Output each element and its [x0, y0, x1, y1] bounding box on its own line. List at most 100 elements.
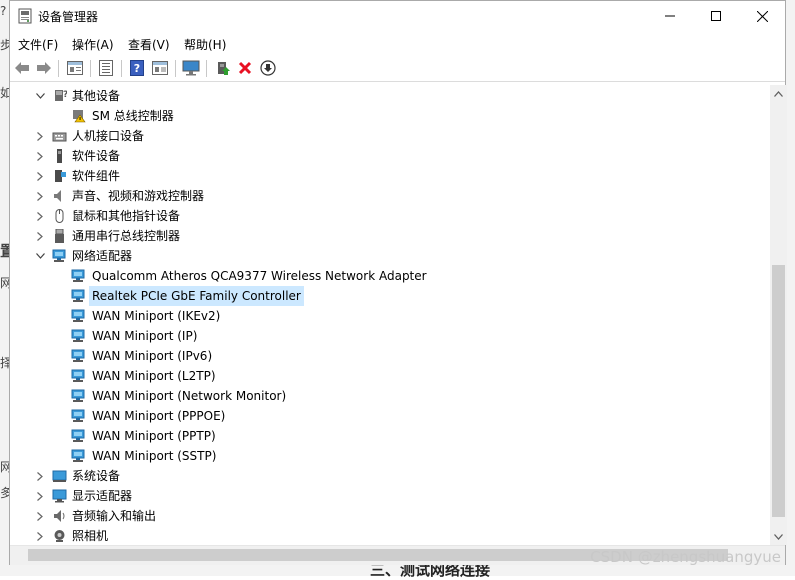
- chevron-right-icon[interactable]: [34, 146, 46, 166]
- vertical-scrollbar[interactable]: [770, 85, 787, 545]
- tree-item-label: 照相机: [72, 529, 109, 543]
- scroll-down-button[interactable]: [770, 528, 787, 545]
- bg-fragment: 多: [0, 486, 9, 500]
- tree-item-label: WAN Miniport (PPTP): [92, 429, 216, 443]
- view-icon: [152, 61, 168, 75]
- tree-category-row[interactable]: 人机接口设备: [10, 126, 768, 146]
- list-button[interactable]: [97, 59, 115, 77]
- update-driver-button[interactable]: [214, 59, 232, 77]
- chevron-right-icon[interactable]: [34, 486, 46, 506]
- title-bar[interactable]: 设备管理器: [10, 1, 785, 31]
- tree-device-row[interactable]: WAN Miniport (PPPOE): [10, 406, 768, 426]
- tree-category-row[interactable]: 软件设备: [10, 146, 768, 166]
- tree-item-label: WAN Miniport (IPv6): [92, 349, 213, 363]
- tree-category-row[interactable]: 显示适配器: [10, 486, 768, 506]
- vertical-scroll-thumb[interactable]: [772, 265, 785, 517]
- network-icon: [52, 249, 67, 263]
- tree-category-row[interactable]: ? 其他设备: [10, 86, 768, 106]
- chevron-right-icon[interactable]: [34, 126, 46, 146]
- background-page-left-edge: ? 步 如 置 网 择 网 多: [0, 0, 9, 576]
- tree-item-label: WAN Miniport (L2TP): [92, 369, 216, 383]
- tree-category-row[interactable]: 系统设备: [10, 466, 768, 486]
- chevron-right-icon[interactable]: [34, 466, 46, 486]
- software-device-icon: [52, 149, 67, 163]
- bg-fragment: 置: [0, 242, 9, 260]
- minimize-icon: [665, 15, 675, 17]
- tree-item-label: 软件设备: [72, 149, 121, 163]
- network-adapter-icon: [71, 449, 86, 463]
- tree-device-row[interactable]: WAN Miniport (Network Monitor): [10, 386, 768, 406]
- bg-fragment: ?: [0, 4, 7, 18]
- network-adapter-icon: [71, 329, 86, 343]
- tree-device-row[interactable]: WAN Miniport (IKEv2): [10, 306, 768, 326]
- window-title: 设备管理器: [38, 10, 99, 24]
- scroll-up-button[interactable]: [770, 85, 787, 102]
- forward-icon: [37, 62, 51, 74]
- back-icon: [15, 62, 29, 74]
- menu-bar: 文件(F) 操作(A) 查看(V) 帮助(H): [10, 31, 785, 55]
- toolbar-separator: [58, 60, 59, 77]
- scan-hardware-button[interactable]: [182, 59, 200, 77]
- chevron-right-icon[interactable]: [34, 506, 46, 526]
- tree-category-row[interactable]: 音频输入和输出: [10, 506, 768, 526]
- help-button[interactable]: ?: [128, 59, 146, 77]
- maximize-button[interactable]: [693, 1, 739, 31]
- network-adapter-icon: [71, 309, 86, 323]
- tree-category-row[interactable]: 网络适配器: [10, 246, 768, 266]
- chevron-right-icon[interactable]: [34, 186, 46, 206]
- network-adapter-icon: [71, 349, 86, 363]
- back-button[interactable]: [13, 59, 31, 77]
- menu-view[interactable]: 查看(V): [128, 36, 170, 53]
- tree-device-row[interactable]: WAN Miniport (SSTP): [10, 446, 768, 466]
- tree-device-row[interactable]: WAN Miniport (IP): [10, 326, 768, 346]
- tree-device-row[interactable]: WAN Miniport (L2TP): [10, 366, 768, 386]
- menu-help[interactable]: 帮助(H): [184, 36, 226, 53]
- chevron-down-icon: [774, 533, 783, 540]
- usb-icon: [52, 228, 67, 243]
- warning-device-icon: [71, 109, 86, 123]
- device-manager-app-icon: [18, 8, 32, 24]
- toolbar-separator: [90, 60, 91, 77]
- forward-button[interactable]: [35, 59, 53, 77]
- network-adapter-icon: [71, 289, 86, 303]
- minimize-button[interactable]: [647, 1, 693, 31]
- camera-icon: [52, 529, 67, 543]
- properties-button[interactable]: [66, 59, 84, 77]
- tree-device-row[interactable]: Realtek PCIe GbE Family Controller: [10, 286, 768, 306]
- download-button[interactable]: [259, 59, 277, 77]
- tree-item-label: 声音、视频和游戏控制器: [72, 189, 205, 203]
- svg-text:?: ?: [134, 62, 140, 75]
- watermark: CSDN @zhengshuangyue: [590, 548, 781, 566]
- toolbar-separator: [121, 60, 122, 77]
- chevron-right-icon[interactable]: [34, 226, 46, 246]
- view-button[interactable]: [151, 59, 169, 77]
- tree-category-row[interactable]: 鼠标和其他指针设备: [10, 206, 768, 226]
- tree-device-row[interactable]: Qualcomm Atheros QCA9377 Wireless Networ…: [10, 266, 768, 286]
- tree-device-row[interactable]: WAN Miniport (IPv6): [10, 346, 768, 366]
- folder-warning-icon: ?: [52, 89, 68, 103]
- network-adapter-icon: [71, 429, 86, 443]
- close-button[interactable]: [739, 1, 785, 31]
- tree-category-row[interactable]: 声音、视频和游戏控制器: [10, 186, 768, 206]
- uninstall-button[interactable]: [236, 59, 254, 77]
- bg-fragment: 择: [0, 356, 9, 370]
- chevron-down-icon[interactable]: [34, 86, 46, 106]
- tree-category-row[interactable]: 软件组件: [10, 166, 768, 186]
- menu-file[interactable]: 文件(F): [18, 36, 58, 53]
- tree-item-label: WAN Miniport (SSTP): [92, 449, 217, 463]
- tree-item-label: 显示适配器: [72, 489, 133, 503]
- network-adapter-icon: [71, 269, 86, 283]
- bg-fragment: 网: [0, 460, 9, 474]
- chevron-right-icon[interactable]: [34, 206, 46, 226]
- download-icon: [260, 60, 276, 76]
- menu-action[interactable]: 操作(A): [72, 36, 114, 53]
- tree-device-row[interactable]: SM 总线控制器: [10, 106, 768, 126]
- chevron-right-icon[interactable]: [34, 526, 46, 545]
- tree-device-row[interactable]: WAN Miniport (PPTP): [10, 426, 768, 446]
- chevron-right-icon[interactable]: [34, 166, 46, 186]
- chevron-down-icon[interactable]: [34, 246, 46, 266]
- tree-category-row[interactable]: 照相机: [10, 526, 768, 545]
- speaker-icon: [52, 189, 67, 203]
- network-adapter-icon: [71, 369, 86, 383]
- tree-category-row[interactable]: 通用串行总线控制器: [10, 226, 768, 246]
